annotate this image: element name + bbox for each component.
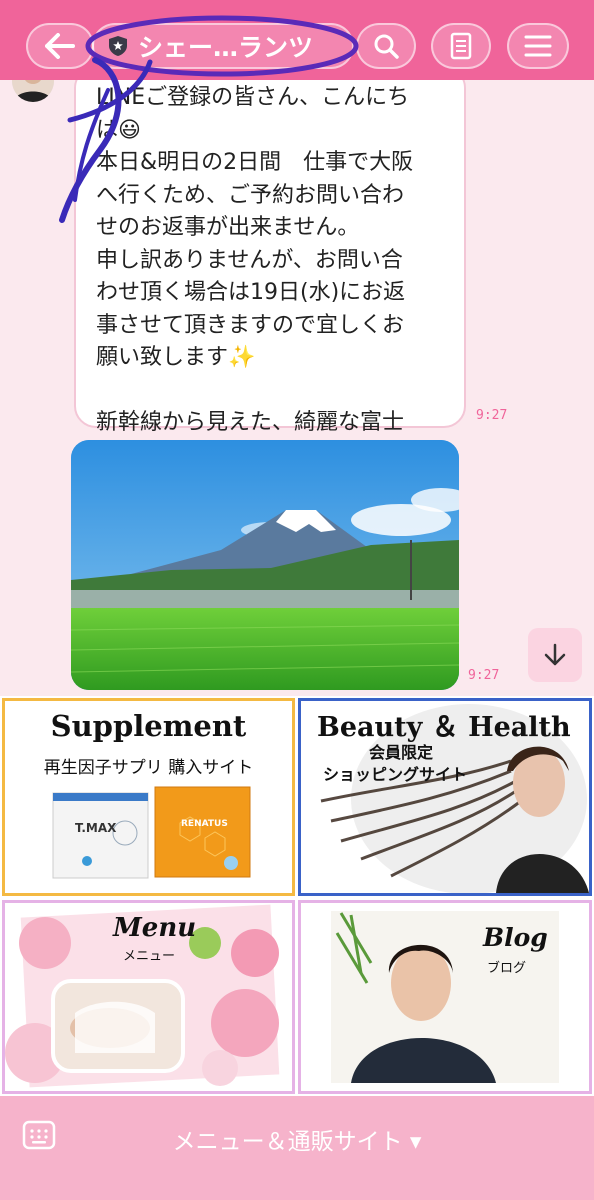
rich-menu-toggle-bar: メニュー＆通販サイト ▾ — [0, 1096, 594, 1200]
back-arrow-icon — [45, 33, 75, 59]
chat-title: シェー…ランツ — [138, 33, 314, 62]
notes-button[interactable] — [431, 23, 491, 69]
supplement-tile[interactable]: Supplement 再生因子サプリ 購入サイト T.MAX RENATUS — [2, 698, 295, 896]
back-button[interactable] — [26, 23, 94, 69]
photo-time: 9:27 — [468, 668, 500, 683]
beauty-health-title: Beauty ＆ Health — [317, 712, 571, 743]
rich-menu-label-button[interactable]: メニュー＆通販サイト ▾ — [0, 1122, 594, 1156]
notes-icon — [450, 32, 472, 60]
blog-subtitle: ブログ — [487, 961, 527, 976]
chat-header: シェー…ランツ — [0, 0, 594, 80]
beauty-members-label: 会員限定 — [369, 743, 434, 762]
supplement-title: Supplement — [50, 709, 247, 743]
supplement-boxes-illustration — [52, 786, 251, 879]
supplement-subtitle: 再生因子サプリ 購入サイト — [43, 758, 254, 778]
menu-subtitle: メニュー — [123, 949, 176, 964]
blog-tile[interactable]: Blog ブログ — [298, 900, 592, 1094]
beauty-shopping-label: ショッピングサイト — [323, 765, 468, 784]
menu-button[interactable] — [507, 23, 569, 69]
arrow-down-icon — [544, 643, 566, 666]
blog-title: Blog — [483, 923, 548, 952]
shield-star-icon — [109, 36, 127, 56]
menu-tile[interactable]: Menu メニュー — [2, 900, 295, 1094]
mount-fuji-photo[interactable] — [71, 440, 459, 690]
avatar[interactable] — [12, 80, 54, 102]
rich-menu: Supplement 再生因子サプリ 購入サイト T.MAX RENATUS B… — [0, 696, 594, 1096]
search-button[interactable] — [356, 23, 416, 69]
message-time: 9:27 — [476, 408, 508, 423]
message-bubble[interactable]: LINEご登録の皆さん、こんにち は😃 本日&明日の2日間 仕事で大阪 へ行くた… — [74, 80, 466, 533]
search-icon — [374, 34, 399, 59]
tmax-label: T.MAX — [75, 821, 117, 835]
scroll-to-bottom-button[interactable] — [528, 628, 582, 682]
renatus-label: RENATUS — [181, 819, 228, 829]
hamburger-menu-icon — [524, 35, 552, 57]
chat-title-button[interactable]: シェー…ランツ — [92, 23, 354, 69]
menu-title: Menu — [113, 913, 197, 943]
chat-area[interactable]: LINEご登録の皆さん、こんにち は😃 本日&明日の2日間 仕事で大阪 へ行くた… — [0, 80, 594, 696]
beauty-health-tile[interactable]: Beauty ＆ Health 会員限定 ショッピングサイト — [298, 698, 592, 896]
